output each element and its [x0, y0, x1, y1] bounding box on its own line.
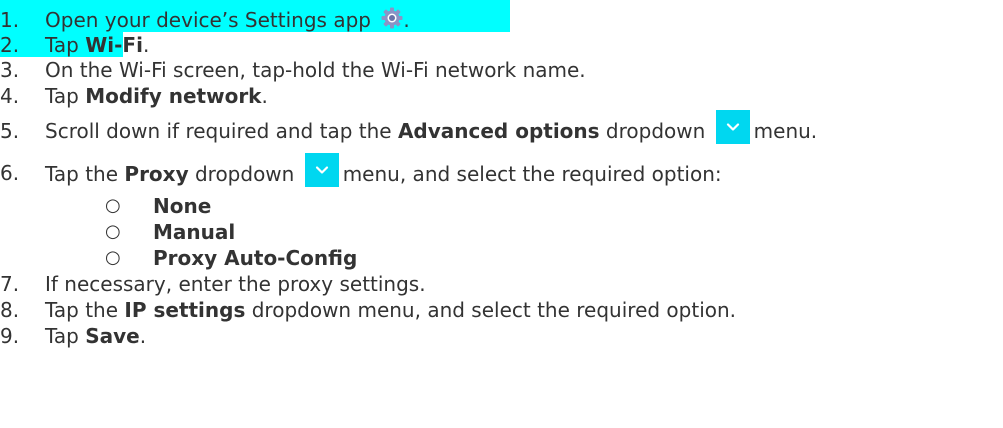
step-text: menu, and select the required option: [342, 162, 722, 186]
step-7: 7. If necessary, enter the proxy setting… [0, 271, 1003, 297]
settings-gear-icon [381, 2, 403, 29]
instruction-steps: 1. Open your device’s Settings app . 2. … [0, 0, 1003, 349]
step-text-end: . [403, 8, 410, 32]
bullet-icon: ○ [105, 221, 121, 242]
step-number: 2. [0, 33, 20, 57]
step-text: . [142, 33, 150, 57]
ui-term: Advanced options [397, 119, 600, 143]
chevron-down-icon [715, 110, 750, 144]
step-3: 3. On the Wi-Fi screen, tap-hold the Wi-… [0, 57, 1003, 83]
step-text: If necessary, enter the proxy settings. [45, 272, 426, 296]
step-text: dropdown [599, 119, 712, 143]
step-text: Tap the [45, 298, 125, 322]
bullet-icon: ○ [105, 195, 121, 216]
step-text: Tap [45, 33, 86, 57]
option-label: Proxy Auto-Config [153, 246, 358, 270]
bullet-icon: ○ [105, 247, 121, 268]
step-text: Tap the [45, 162, 125, 186]
ui-term: Wi-Fi [85, 33, 143, 57]
step-5: 5. Scroll down if required and tap the A… [0, 109, 1003, 153]
proxy-option: ○ Manual [0, 219, 1003, 245]
ui-term: Proxy [124, 162, 189, 186]
step-text: Open your device’s Settings app [45, 8, 378, 32]
step-2: 2. Tap Wi-Fi. [0, 32, 1003, 57]
proxy-option: ○ Proxy Auto-Config [0, 245, 1003, 271]
step-9: 9. Tap Save. [0, 323, 1003, 349]
step-number: 4. [0, 84, 20, 108]
option-label: None [153, 194, 212, 218]
step-8: 8. Tap the IP settings dropdown menu, an… [0, 297, 1003, 323]
step-text: Tap [45, 324, 86, 348]
step-1: 1. Open your device’s Settings app . [0, 0, 1003, 32]
step-6: 6. Tap the Proxy dropdown menu, and sele… [0, 153, 1003, 193]
step-number: 7. [0, 272, 20, 296]
step-text: Scroll down if required and tap the [45, 119, 398, 143]
step-text: menu. [753, 119, 818, 143]
step-text: dropdown menu, and select the required o… [245, 298, 737, 322]
step-number: 5. [0, 119, 20, 143]
step-number: 3. [0, 58, 20, 82]
proxy-option: ○ None [0, 193, 1003, 219]
step-text: dropdown [188, 162, 301, 186]
option-label: Manual [153, 220, 236, 244]
step-number: 9. [0, 324, 20, 348]
step-4: 4. Tap Modify network. [0, 83, 1003, 109]
ui-term: Modify network [85, 84, 262, 108]
step-text: On the Wi-Fi screen, tap-hold the Wi-Fi … [45, 58, 586, 82]
step-text: . [261, 84, 268, 108]
ui-term: IP settings [124, 298, 246, 322]
step-number: 8. [0, 298, 20, 322]
step-text: . [139, 324, 147, 348]
ui-term: Save [85, 324, 140, 348]
step-number: 6. [0, 161, 20, 185]
chevron-down-icon [304, 153, 339, 187]
step-text: Tap [45, 84, 86, 108]
